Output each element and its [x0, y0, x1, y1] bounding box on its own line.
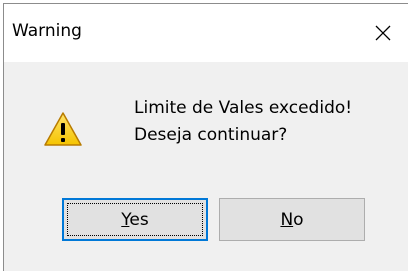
title-bar: Warning — [4, 4, 408, 62]
no-button[interactable]: No — [219, 198, 365, 241]
yes-label-rest: es — [129, 209, 149, 230]
yes-button[interactable]: Yes — [62, 198, 208, 241]
yes-button-label: Yes — [64, 210, 206, 230]
message-line-2: Deseja continuar? — [134, 125, 288, 145]
message-line-1: Limite de Vales excedido! — [134, 98, 353, 118]
no-button-label: No — [220, 210, 364, 230]
warning-icon — [43, 111, 83, 147]
no-label-rest: o — [293, 209, 304, 230]
close-icon — [375, 25, 391, 41]
close-button[interactable] — [368, 18, 398, 48]
message-text: Limite de Vales excedido! Deseja continu… — [134, 95, 352, 149]
no-mnemonic: N — [280, 209, 294, 230]
message-dialog: Warning Limite de Vales excedido! Deseja… — [3, 3, 408, 271]
window-title: Warning — [12, 21, 82, 41]
